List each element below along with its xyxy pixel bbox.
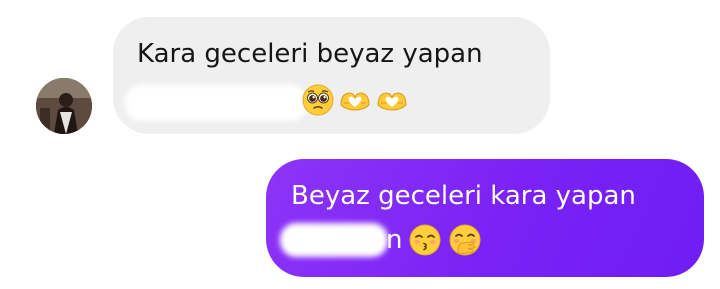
contact-avatar[interactable] bbox=[36, 78, 92, 134]
incoming-message-text: Kara geceleri beyaz yapan bbox=[137, 39, 483, 69]
incoming-emojis bbox=[301, 83, 409, 117]
kissing-smiling-eyes-icon bbox=[409, 224, 441, 256]
outgoing-emojis bbox=[408, 223, 482, 257]
redacted-text bbox=[125, 85, 307, 121]
redacted-text bbox=[280, 223, 388, 257]
outgoing-message-bubble[interactable]: Beyaz geceleri kara yapan n bbox=[266, 159, 704, 277]
outgoing-partial-text: n bbox=[386, 225, 403, 255]
incoming-message-bubble[interactable]: Kara geceleri beyaz yapan bbox=[113, 17, 550, 134]
hand-over-mouth-icon bbox=[449, 224, 481, 256]
heart-hands-icon bbox=[377, 92, 407, 111]
outgoing-message-text: Beyaz geceleri kara yapan bbox=[291, 181, 636, 211]
pleading-face-icon bbox=[302, 84, 334, 116]
heart-hands-icon bbox=[340, 92, 370, 111]
